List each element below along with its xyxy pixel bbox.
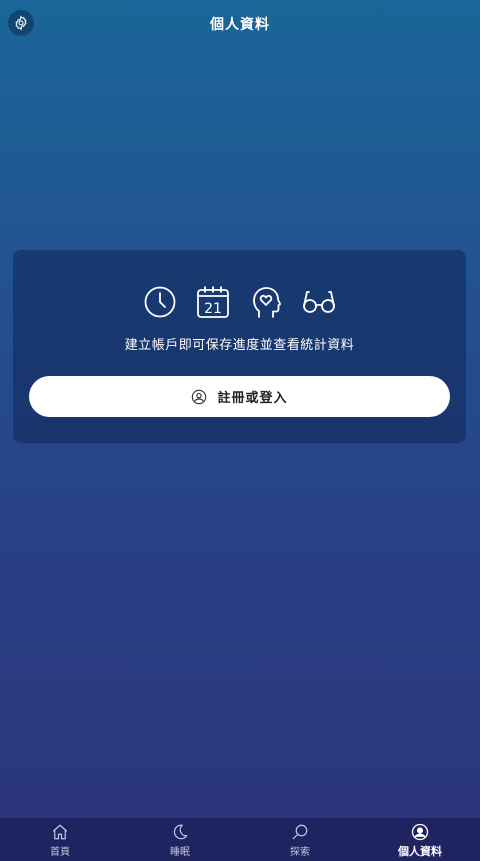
- page-title: 個人資料: [210, 17, 270, 33]
- account-prompt-card: 21 建立帳戶即可保存進度並查看統計資料 註冊或登入: [13, 250, 466, 443]
- tab-explore-label: 探索: [290, 847, 310, 858]
- tab-sleep-label: 睡眠: [170, 847, 190, 858]
- top-bar: 個人資料: [0, 0, 480, 48]
- tab-profile[interactable]: 個人資料: [360, 818, 480, 861]
- card-message: 建立帳戶即可保存進度並查看統計資料: [124, 338, 355, 353]
- calendar-icon: 21: [197, 286, 229, 318]
- tab-explore[interactable]: 探索: [240, 818, 360, 861]
- tab-home[interactable]: 首頁: [0, 818, 120, 861]
- bottom-tab-bar: 首頁 睡眠 探索 個人資料: [0, 818, 480, 861]
- profile-icon: [411, 823, 429, 841]
- clock-icon: [144, 286, 176, 318]
- calendar-day: 21: [204, 301, 222, 317]
- user-icon: [192, 389, 207, 404]
- tab-home-label: 首頁: [50, 847, 70, 858]
- feature-icons: 21: [13, 284, 466, 320]
- signup-login-button[interactable]: 註冊或登入: [29, 376, 450, 417]
- moon-icon: [173, 824, 188, 840]
- search-icon: [292, 824, 308, 840]
- home-icon: [52, 824, 68, 840]
- tab-profile-label: 個人資料: [398, 845, 442, 858]
- glasses-icon: [303, 291, 335, 313]
- head-heart-icon: [253, 287, 281, 318]
- signup-login-label: 註冊或登入: [217, 391, 288, 406]
- tab-sleep[interactable]: 睡眠: [120, 818, 240, 861]
